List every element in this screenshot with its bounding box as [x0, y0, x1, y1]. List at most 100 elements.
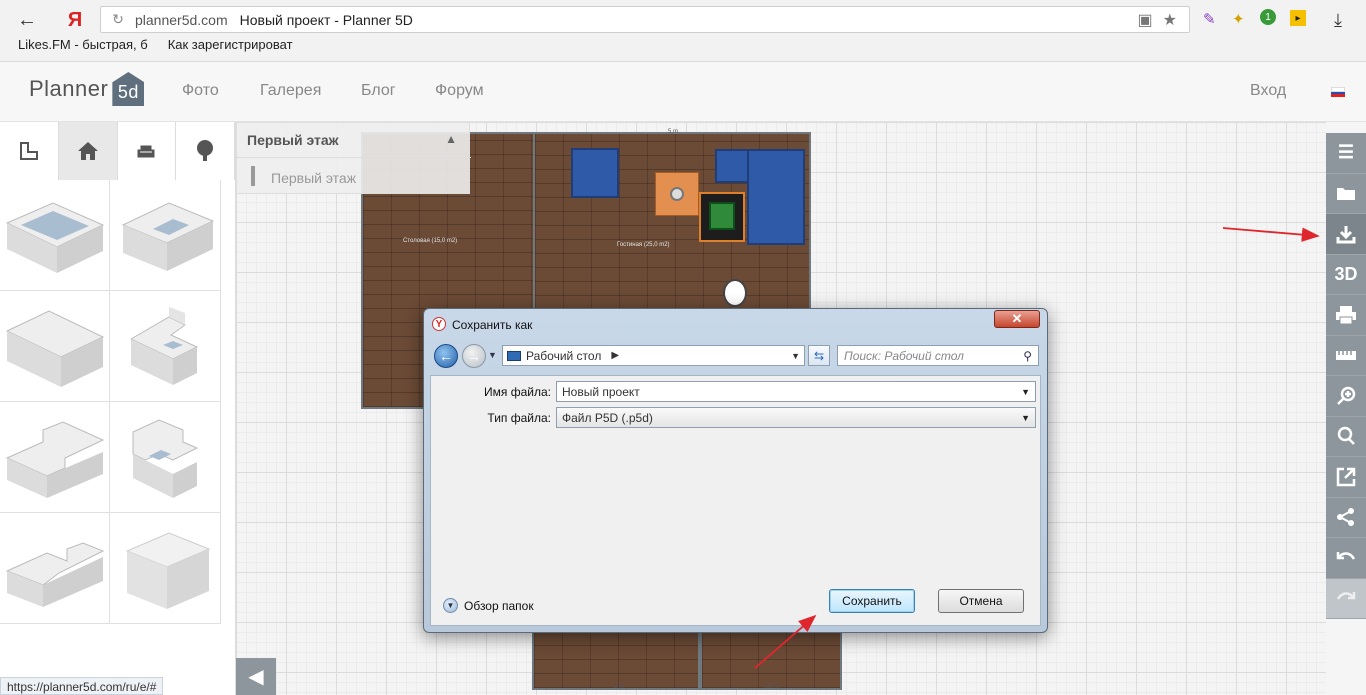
room-template-item[interactable] — [0, 513, 110, 624]
bookmark-item[interactable]: Likes.FM - быстрая, б — [18, 37, 148, 59]
extension-translate-icon[interactable]: ✦ — [1232, 10, 1245, 28]
back-arrow-icon[interactable]: ← — [434, 344, 458, 368]
bookmark-item[interactable]: Как зарегистрироват — [168, 37, 293, 59]
floor-item-name: Первый этаж — [271, 170, 357, 186]
zoom-out-icon[interactable] — [1326, 416, 1366, 457]
cancel-button[interactable]: Отмена — [938, 589, 1024, 613]
tab-construction[interactable] — [58, 122, 118, 180]
login-link[interactable]: Вход — [1250, 82, 1286, 100]
reload-icon[interactable]: ↻ — [101, 11, 135, 28]
path-separator-icon[interactable]: ▶ — [611, 350, 619, 361]
forward-arrow-icon[interactable]: → — [462, 344, 486, 368]
path-dropdown-icon[interactable]: ▼ — [791, 351, 800, 361]
room-bottom-left[interactable] — [532, 626, 700, 690]
search-input[interactable]: Поиск: Рабочий стол ⚲ — [837, 345, 1039, 366]
house-icon — [77, 142, 98, 160]
yandex-logo-icon[interactable]: Я — [62, 8, 88, 32]
dialog-body: Имя файла: Новый проект ▼ Тип файла: Фай… — [430, 375, 1041, 626]
refresh-icon[interactable]: ⇆ — [808, 345, 830, 366]
redo-icon[interactable] — [1326, 578, 1366, 619]
logo-house-icon: 5d — [112, 72, 145, 106]
right-toolbar: ☰ 3D — [1326, 133, 1366, 619]
history-dropdown-icon[interactable]: ▼ — [488, 350, 497, 360]
filename-field[interactable]: Новый проект ▼ — [556, 381, 1036, 402]
chevron-down-icon[interactable]: ▼ — [1021, 413, 1030, 423]
dimension-label: 2.5 m — [764, 684, 780, 690]
close-button[interactable]: ✕ — [994, 310, 1040, 328]
room-outline-icon — [19, 142, 38, 160]
extension-counter-icon[interactable]: 1 — [1260, 9, 1276, 25]
download-save-icon[interactable] — [1326, 214, 1366, 255]
save-button[interactable]: Сохранить — [829, 589, 915, 613]
bookmarks-bar: Likes.FM - быстрая, б Как зарегистрирова… — [0, 37, 293, 59]
path-text: Рабочий стол — [526, 348, 602, 363]
tree-icon — [197, 140, 214, 161]
browser-chrome: ← Я ↻ planner5d.com Новый проект - Plann… — [0, 0, 1366, 62]
catalog-tabs — [0, 122, 235, 180]
room-template-item[interactable] — [110, 180, 221, 291]
rug-icon[interactable] — [699, 192, 745, 242]
room-template-item[interactable] — [0, 180, 110, 291]
search-icon[interactable]: ⚲ — [1023, 349, 1032, 363]
dimension-label: 3 m — [614, 684, 625, 690]
coffee-table-icon[interactable] — [655, 172, 699, 216]
save-as-dialog: Y Сохранить как ✕ ← → ▼ Рабочий стол ▶ ▼… — [423, 308, 1048, 633]
menu-icon[interactable]: ☰ — [1326, 133, 1366, 174]
fullscreen-icon[interactable] — [1326, 457, 1366, 498]
protect-icon[interactable]: ▣ — [1138, 10, 1153, 30]
app-header: Planner 5d Фото Галерея Блог Форум Вход — [0, 62, 1366, 122]
room-template-item[interactable] — [0, 291, 110, 402]
undo-icon[interactable] — [1326, 538, 1366, 579]
room-bottom-right[interactable] — [700, 626, 842, 690]
address-bar[interactable]: ↻ planner5d.com Новый проект - Planner 5… — [100, 6, 1190, 33]
url-domain: planner5d.com — [135, 11, 228, 28]
tab-furniture[interactable] — [117, 122, 177, 180]
filetype-value: Файл P5D (.p5d) — [562, 410, 653, 425]
desktop-icon — [507, 350, 521, 361]
nav-forum[interactable]: Форум — [435, 82, 484, 100]
ruler-icon[interactable] — [1326, 335, 1366, 376]
zoom-in-icon[interactable] — [1326, 376, 1366, 417]
dialog-title: Сохранить как — [452, 318, 533, 332]
floor-title[interactable]: Первый этаж — [247, 132, 339, 148]
download-icon[interactable]: ⤓ — [1334, 10, 1342, 31]
armchair-icon[interactable] — [571, 148, 619, 198]
extension-feather-icon[interactable]: ✎ — [1203, 10, 1216, 28]
nav-photo[interactable]: Фото — [182, 82, 219, 100]
dimension-label: 5 m — [668, 129, 679, 135]
3d-view-button[interactable]: 3D — [1326, 254, 1366, 295]
tab-rooms[interactable] — [0, 122, 59, 180]
room-template-item[interactable] — [110, 402, 221, 513]
filetype-select[interactable]: Файл P5D (.p5d) ▼ — [556, 407, 1036, 428]
expand-icon: ▼ — [443, 598, 458, 613]
room-template-grid — [0, 180, 235, 624]
drag-handle-icon[interactable] — [251, 166, 255, 186]
chair-icon[interactable] — [723, 279, 747, 307]
page-title: Новый проект - Planner 5D — [239, 11, 413, 28]
floor-item[interactable]: Первый этаж — [237, 157, 471, 195]
room-label: Гостиная (25,0 m2) — [617, 242, 670, 248]
russian-flag-icon[interactable] — [1331, 87, 1345, 98]
yandex-app-icon: Y — [432, 317, 446, 331]
room-template-item[interactable] — [110, 513, 221, 624]
search-placeholder: Поиск: Рабочий стол — [844, 348, 964, 363]
tab-exterior[interactable] — [176, 122, 235, 180]
planner5d-logo[interactable]: Planner 5d — [29, 72, 145, 106]
chevron-down-icon[interactable]: ▼ — [1021, 387, 1030, 397]
folder-icon[interactable] — [1326, 173, 1366, 214]
back-button[interactable]: ← — [14, 8, 40, 32]
bookmark-star-icon[interactable]: ★ — [1163, 10, 1177, 30]
share-icon[interactable] — [1326, 497, 1366, 538]
extension-yellow-icon[interactable]: ▸ — [1290, 10, 1306, 26]
nav-blog[interactable]: Блог — [361, 82, 396, 100]
print-icon[interactable] — [1326, 295, 1366, 336]
catalog-panel — [0, 122, 236, 695]
sofa-corner-icon[interactable] — [747, 149, 805, 245]
nav-gallery[interactable]: Галерея — [260, 82, 321, 100]
room-template-item[interactable] — [0, 402, 110, 513]
path-breadcrumb[interactable]: Рабочий стол ▶ ▼ — [502, 345, 805, 366]
room-template-item[interactable] — [110, 291, 221, 402]
collapse-arrow-icon[interactable]: ▲ — [445, 132, 457, 146]
collapse-panel-button[interactable]: ◀ — [236, 658, 276, 695]
browse-folders-toggle[interactable]: ▼ Обзор папок — [443, 598, 534, 613]
